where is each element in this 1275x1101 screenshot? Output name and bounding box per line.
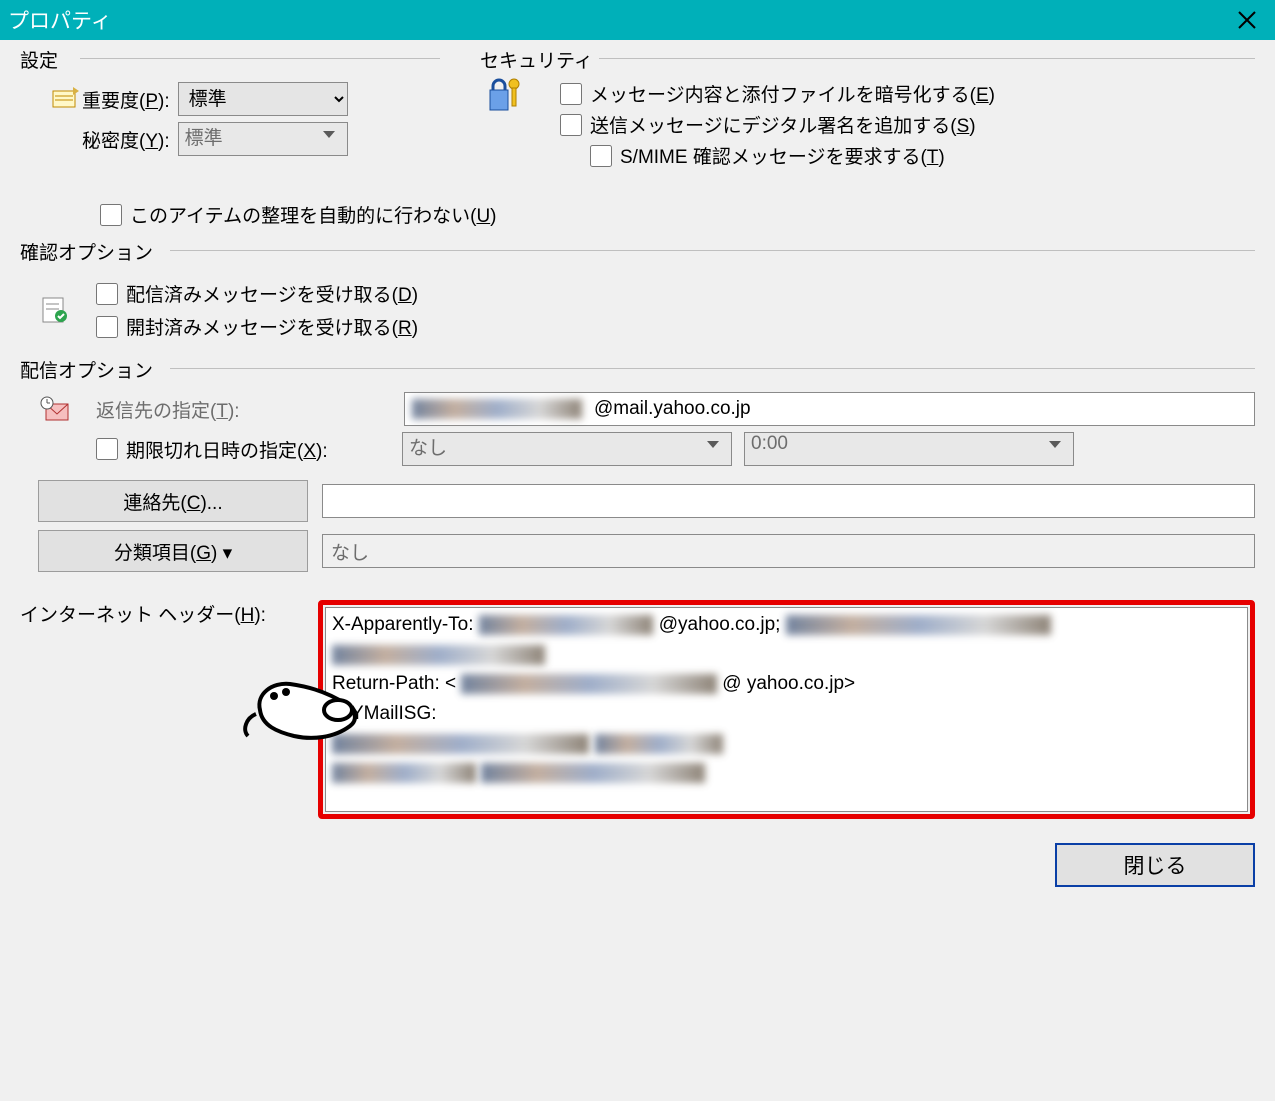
read-receipt-label: 開封済みメッセージを受け取る(R) [126, 313, 418, 340]
note-icon [48, 87, 82, 111]
close-button[interactable]: 閉じる [1055, 843, 1255, 887]
headers-highlight: X-Apparently-To: @yahoo.co.jp; Return-Pa… [318, 600, 1255, 819]
delivery-legend: 配信オプション [20, 356, 159, 383]
title-bar: プロパティ [0, 0, 1275, 40]
contacts-button[interactable]: 連絡先(C)... [38, 480, 308, 522]
category-field [322, 534, 1255, 568]
autosort-label: このアイテムの整理を自動的に行わない(U) [130, 201, 497, 228]
read-receipt-checkbox[interactable] [96, 316, 118, 338]
expire-label: 期限切れ日時の指定(X): [126, 436, 394, 463]
sign-label: 送信メッセージにデジタル署名を追加する(S) [590, 111, 976, 138]
sensitivity-select: 標準 [178, 122, 348, 156]
importance-select[interactable]: 標準 [178, 82, 348, 116]
close-icon[interactable] [1227, 0, 1267, 40]
clock-envelope-icon [38, 396, 72, 422]
sign-checkbox[interactable] [560, 114, 582, 136]
delivery-receipt-checkbox[interactable] [96, 283, 118, 305]
replyto-label: 返信先の指定(T): [96, 396, 396, 423]
sensitivity-label: 秘密度(Y): [82, 126, 170, 153]
delivery-receipt-label: 配信済みメッセージを受け取る(D) [126, 280, 418, 307]
autosort-checkbox[interactable] [100, 204, 122, 226]
security-legend: セキュリティ [480, 46, 599, 73]
expire-time-select: 0:00 [744, 432, 1074, 466]
expire-date-select: なし [402, 432, 732, 466]
receipt-icon [38, 296, 72, 324]
lock-key-icon [480, 76, 530, 173]
encrypt-label: メッセージ内容と添付ファイルを暗号化する(E) [590, 80, 995, 107]
settings-legend: 設定 [20, 46, 64, 73]
contacts-input[interactable] [322, 484, 1255, 518]
window-title: プロパティ [8, 5, 112, 35]
expire-checkbox[interactable] [96, 438, 118, 460]
encrypt-checkbox[interactable] [560, 83, 582, 105]
importance-label: 重要度(P): [82, 86, 170, 113]
smime-label: S/MIME 確認メッセージを要求する(T) [620, 142, 945, 169]
replyto-visible-suffix: @mail.yahoo.co.jp [594, 398, 751, 420]
internet-headers-textarea[interactable]: X-Apparently-To: @yahoo.co.jp; Return-Pa… [325, 607, 1248, 812]
smime-checkbox[interactable] [590, 145, 612, 167]
replyto-redacted-prefix [412, 398, 582, 420]
confirm-legend: 確認オプション [20, 238, 159, 265]
headers-label: インターネット ヘッダー(H): [20, 600, 310, 627]
category-button[interactable]: 分類項目(G) ▾ [38, 530, 308, 572]
